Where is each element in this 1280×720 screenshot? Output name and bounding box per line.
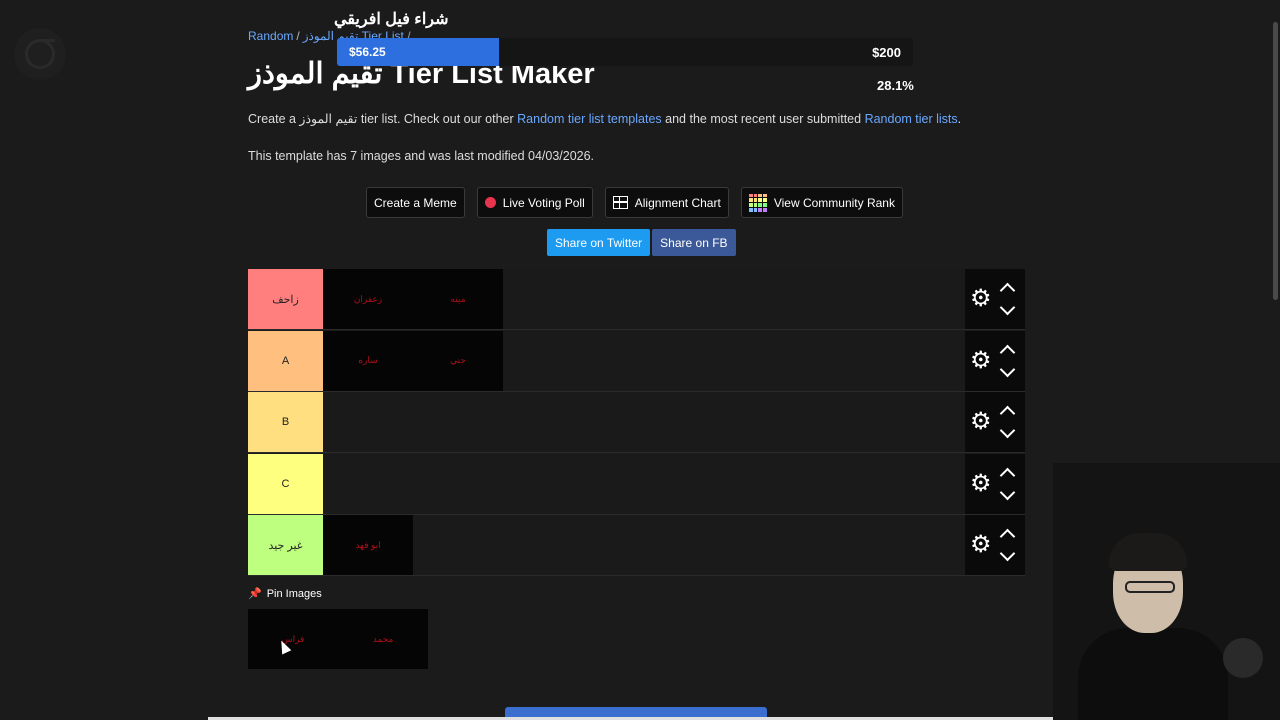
- tier-list: زاحف زعفران مينه ⚙ A ساره جني ⚙ B ⚙ C ⚙ غير جيد ابو ف…: [248, 269, 1025, 577]
- tier-item-image[interactable]: مينه: [413, 269, 503, 329]
- tier-items-dropzone[interactable]: ساره جني: [323, 330, 965, 391]
- donation-goal-title: شراء فيل افريقي: [334, 11, 449, 28]
- tier-controls: ⚙: [965, 515, 1025, 575]
- tier-items-dropzone[interactable]: زعفران مينه: [323, 269, 965, 329]
- tier-move-arrows: [999, 343, 1015, 379]
- gear-icon[interactable]: ⚙: [970, 348, 992, 373]
- tier-label[interactable]: A: [248, 330, 323, 391]
- pinned-image[interactable]: محمد: [338, 609, 428, 669]
- webcam-overlay: [1053, 463, 1280, 720]
- gear-icon[interactable]: ⚙: [970, 533, 992, 557]
- chevron-up-icon[interactable]: [999, 467, 1015, 483]
- pin-images-tray: فراس محمد: [248, 609, 428, 669]
- create-meme-label: Create a Meme: [374, 195, 457, 210]
- chevron-up-icon[interactable]: [999, 344, 1015, 360]
- breadcrumb-random-link[interactable]: Random: [248, 29, 293, 43]
- chevron-up-icon[interactable]: [999, 282, 1015, 299]
- chevron-up-icon[interactable]: [999, 405, 1015, 422]
- tier-item-image[interactable]: زعفران: [323, 269, 413, 329]
- pin-images-toggle[interactable]: 📌 Pin Images: [248, 587, 322, 601]
- webcam-person-glasses: [1125, 581, 1175, 593]
- alignment-chart-button[interactable]: Alignment Chart: [604, 187, 729, 218]
- tier-row: B ⚙: [248, 392, 1025, 453]
- chevron-down-icon[interactable]: [999, 422, 1015, 439]
- tier-item-image[interactable]: ابو فهد: [323, 515, 413, 575]
- grid-icon: [612, 196, 628, 209]
- live-voting-label: Live Voting Poll: [502, 195, 585, 210]
- breadcrumb-separator: /: [296, 29, 300, 43]
- record-dot-icon: [484, 197, 496, 208]
- intro-text: Create a تقيم الموذز tier list. Check ou…: [248, 111, 961, 126]
- chevron-down-icon[interactable]: [999, 299, 1015, 316]
- tier-row: غير جيد ابو فهد ⚙: [248, 515, 1025, 576]
- template-info: This template has 7 images and was last …: [248, 149, 595, 163]
- webcam-microphone: [1223, 638, 1263, 678]
- logo-icon: [25, 39, 55, 69]
- share-facebook-button[interactable]: Share on FB: [652, 229, 736, 256]
- webcam-person-body: [1078, 628, 1228, 720]
- intro-middle: and the most recent user submitted: [661, 112, 865, 126]
- donation-goal-bar: $56.25 $200: [337, 38, 913, 66]
- community-rank-label: View Community Rank: [773, 195, 895, 210]
- gear-icon[interactable]: ⚙: [970, 287, 992, 311]
- tier-items-dropzone[interactable]: [323, 392, 965, 452]
- tier-controls: ⚙: [965, 330, 1025, 391]
- site-logo[interactable]: [14, 28, 66, 80]
- chevron-down-icon[interactable]: [999, 545, 1015, 562]
- tier-move-arrows: [999, 527, 1015, 563]
- alignment-chart-label: Alignment Chart: [634, 195, 721, 210]
- tier-row: C ⚙: [248, 453, 1025, 515]
- tier-controls: ⚙: [965, 269, 1025, 329]
- tier-item-image[interactable]: جني: [413, 330, 503, 391]
- donation-goal-target: $200: [872, 45, 901, 60]
- tier-move-arrows: [999, 281, 1015, 317]
- random-tier-lists-link[interactable]: Random tier lists: [865, 112, 958, 126]
- chevron-down-icon[interactable]: [999, 361, 1015, 377]
- tier-label[interactable]: غير جيد: [248, 515, 323, 575]
- tier-label[interactable]: C: [248, 453, 323, 514]
- rank-grid-icon: [748, 193, 767, 212]
- chevron-up-icon[interactable]: [999, 528, 1015, 545]
- create-meme-button[interactable]: Create a Meme: [366, 187, 465, 218]
- tier-items-dropzone[interactable]: [323, 453, 965, 514]
- action-buttons: Create a Meme Live Voting Poll Alignment…: [366, 187, 903, 218]
- donation-goal-current: $56.25: [349, 45, 386, 59]
- random-templates-link[interactable]: Random tier list templates: [517, 112, 662, 126]
- tier-items-dropzone[interactable]: ابو فهد: [323, 515, 965, 575]
- gear-icon[interactable]: ⚙: [970, 410, 992, 434]
- tier-label[interactable]: B: [248, 392, 323, 452]
- tier-label[interactable]: زاحف: [248, 269, 323, 329]
- share-buttons: Share on Twitter Share on FB: [547, 229, 736, 256]
- intro-before: Create a تقيم الموذز tier list. Check ou…: [248, 112, 518, 126]
- donation-goal-percent: 28.1%: [877, 78, 914, 93]
- tier-controls: ⚙: [965, 392, 1025, 452]
- tier-move-arrows: [999, 466, 1015, 502]
- live-voting-poll-button[interactable]: Live Voting Poll: [476, 187, 593, 218]
- gear-icon[interactable]: ⚙: [970, 471, 992, 496]
- pinned-image[interactable]: فراس: [248, 609, 338, 669]
- pin-icon: 📌: [248, 588, 262, 600]
- page-scrollbar[interactable]: [1273, 22, 1278, 300]
- view-community-rank-button[interactable]: View Community Rank: [740, 187, 903, 218]
- pin-images-label: Pin Images: [266, 587, 322, 600]
- tier-item-image[interactable]: ساره: [323, 330, 413, 391]
- intro-after: .: [957, 112, 962, 126]
- tier-row: زاحف زعفران مينه ⚙: [248, 269, 1025, 330]
- share-twitter-button[interactable]: Share on Twitter: [547, 229, 651, 256]
- tier-controls: ⚙: [965, 453, 1025, 514]
- tier-move-arrows: [999, 404, 1015, 440]
- tier-row: A ساره جني ⚙: [248, 330, 1025, 392]
- chevron-down-icon[interactable]: [999, 484, 1015, 500]
- webcam-person-hair: [1109, 533, 1187, 571]
